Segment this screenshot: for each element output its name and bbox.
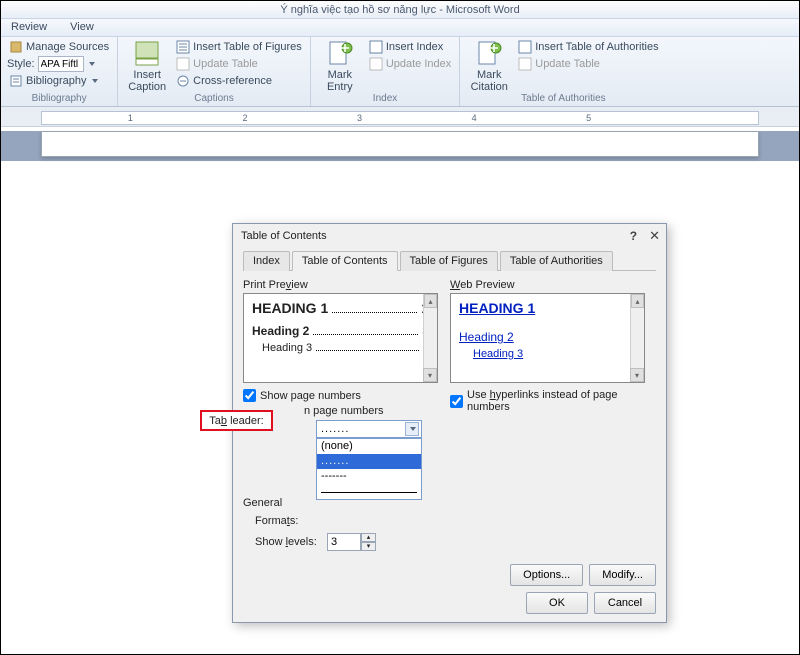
right-align-label: n page numbers	[304, 405, 384, 417]
show-levels-label: Show levels:	[255, 536, 321, 548]
book-icon	[9, 40, 23, 54]
style-label: Style:	[7, 58, 35, 70]
tab-review[interactable]: Review	[1, 19, 57, 35]
web-preview-label: Web Preview	[450, 279, 645, 291]
tab-leader-dropdown[interactable]: ....... (none) ....... -------	[316, 420, 422, 500]
scroll-up-icon[interactable]: ▴	[631, 294, 644, 308]
web-preview-pane: HEADING 1 Heading 2 Heading 3 ▴▾	[450, 293, 645, 383]
tab-tof[interactable]: Table of Figures	[400, 251, 498, 271]
show-levels-spinner[interactable]: ▴▾	[327, 533, 376, 551]
tab-leader-label: Tab leader:	[209, 415, 263, 427]
spin-up-icon[interactable]: ▴	[361, 533, 376, 542]
update-index-button[interactable]: Update Index	[367, 56, 453, 72]
checkbox-show-page-numbers[interactable]	[243, 389, 256, 402]
group-label-bibliography: Bibliography	[7, 93, 111, 106]
tab-leader-select[interactable]: .......	[316, 420, 422, 438]
tab-leader-options-list: (none) ....... -------	[316, 438, 422, 500]
mark-entry-icon	[326, 39, 354, 67]
tab-leader-option-dots[interactable]: .......	[317, 454, 421, 469]
show-page-numbers-checkbox[interactable]: Show page numbers	[243, 389, 438, 402]
citation-style-row: Style:	[7, 56, 111, 72]
horizontal-ruler[interactable]: 1 2 3 4 5	[41, 111, 759, 125]
web-preview-h3: Heading 3	[473, 348, 523, 360]
tab-leader-option-line[interactable]	[317, 484, 421, 499]
group-label-index: Index	[317, 93, 453, 106]
bibliography-icon	[9, 74, 23, 88]
document-area	[1, 131, 799, 161]
document-page[interactable]	[41, 131, 759, 157]
ok-button[interactable]: OK	[526, 592, 588, 614]
show-levels-input[interactable]	[327, 533, 361, 551]
crossref-icon	[176, 74, 190, 88]
update-toa-button[interactable]: Update Table	[516, 56, 660, 72]
window-title: Ý nghĩa việc tạo hồ sơ năng lực - Micros…	[280, 4, 519, 16]
table-of-contents-dialog: Table of Contents ? ✕ Index Table of Con…	[232, 223, 667, 623]
ruler-area: 1 2 3 4 5	[1, 107, 799, 127]
modify-button[interactable]: Modify...	[589, 564, 656, 586]
ribbon-group-index: Mark Entry Insert Index Update Index Ind…	[311, 37, 460, 106]
dialog-titlebar[interactable]: Table of Contents ? ✕	[233, 224, 666, 248]
mark-entry-button[interactable]: Mark Entry	[317, 39, 363, 93]
citation-style-select[interactable]	[38, 56, 84, 72]
insert-table-of-figures-button[interactable]: Insert Table of Figures	[174, 39, 304, 55]
update-icon	[518, 57, 532, 71]
print-preview-label: Print Preview	[243, 279, 438, 291]
tab-leader-option-dashes[interactable]: -------	[317, 469, 421, 484]
scrollbar[interactable]: ▴▾	[630, 294, 644, 382]
tab-toc[interactable]: Table of Contents	[292, 251, 398, 271]
manage-sources-button[interactable]: Manage Sources	[7, 39, 111, 55]
chevron-down-icon	[92, 79, 98, 83]
show-page-numbers-label: Show page numbers	[260, 390, 361, 402]
ribbon-group-toa: Mark Citation Insert Table of Authoritie…	[460, 37, 666, 106]
spin-down-icon[interactable]: ▾	[361, 542, 376, 551]
web-preview-h2: Heading 2	[459, 330, 514, 344]
chevron-down-icon	[89, 62, 95, 66]
toa-icon	[518, 40, 532, 54]
close-icon[interactable]: ✕	[649, 228, 660, 244]
tab-view[interactable]: View	[60, 19, 104, 35]
general-section-label: General	[243, 497, 656, 509]
cross-reference-button[interactable]: Cross-reference	[174, 73, 304, 89]
tab-leader-selected: .......	[321, 423, 349, 435]
help-icon[interactable]: ?	[630, 229, 637, 243]
update-icon	[176, 57, 190, 71]
window-titlebar: Ý nghĩa việc tạo hồ sơ năng lực - Micros…	[1, 1, 799, 19]
bibliography-button[interactable]: Bibliography	[7, 73, 111, 89]
dialog-tabs: Index Table of Contents Table of Figures…	[243, 250, 656, 271]
web-preview-h1: HEADING 1	[459, 300, 535, 316]
tab-leader-option-none[interactable]: (none)	[317, 439, 421, 454]
tab-toa[interactable]: Table of Authorities	[500, 251, 613, 271]
tof-icon	[176, 40, 190, 54]
use-hyperlinks-checkbox[interactable]: Use hyperlinks instead of page numbers	[450, 389, 645, 413]
tab-leader-callout: Tab leader:	[200, 410, 273, 431]
scroll-down-icon[interactable]: ▾	[630, 368, 644, 382]
ribbon: Manage Sources Style: Bibliography Bibli…	[1, 37, 799, 107]
print-preview-pane: HEADING 11 Heading 23 Heading 35 ▴▾	[243, 293, 438, 383]
citation-icon	[475, 39, 503, 67]
insert-toa-button[interactable]: Insert Table of Authorities	[516, 39, 660, 55]
update-table-button[interactable]: Update Table	[174, 56, 304, 72]
cancel-button[interactable]: Cancel	[594, 592, 656, 614]
insert-index-button[interactable]: Insert Index	[367, 39, 453, 55]
chevron-down-icon[interactable]	[405, 422, 419, 436]
caption-icon	[133, 39, 161, 67]
ribbon-group-captions: Insert Caption Insert Table of Figures U…	[118, 37, 311, 106]
checkbox-hyperlinks[interactable]	[450, 395, 463, 408]
use-hyperlinks-label: Use hyperlinks instead of page numbers	[467, 389, 645, 413]
ribbon-group-bibliography: Manage Sources Style: Bibliography Bibli…	[1, 37, 118, 106]
update-icon	[369, 57, 383, 71]
scroll-up-icon[interactable]: ▴	[424, 294, 437, 308]
group-label-captions: Captions	[124, 93, 304, 106]
dialog-title: Table of Contents	[241, 230, 327, 242]
insert-caption-button[interactable]: Insert Caption	[124, 39, 170, 93]
scrollbar[interactable]: ▴▾	[423, 294, 437, 382]
options-button[interactable]: Options...	[510, 564, 583, 586]
ribbon-tabs: Review View	[1, 19, 799, 37]
tab-index[interactable]: Index	[243, 251, 290, 271]
mark-citation-button[interactable]: Mark Citation	[466, 39, 512, 93]
index-icon	[369, 40, 383, 54]
scroll-down-icon[interactable]: ▾	[423, 368, 437, 382]
group-label-toa: Table of Authorities	[466, 93, 660, 106]
formats-label: Formats:	[255, 515, 321, 527]
